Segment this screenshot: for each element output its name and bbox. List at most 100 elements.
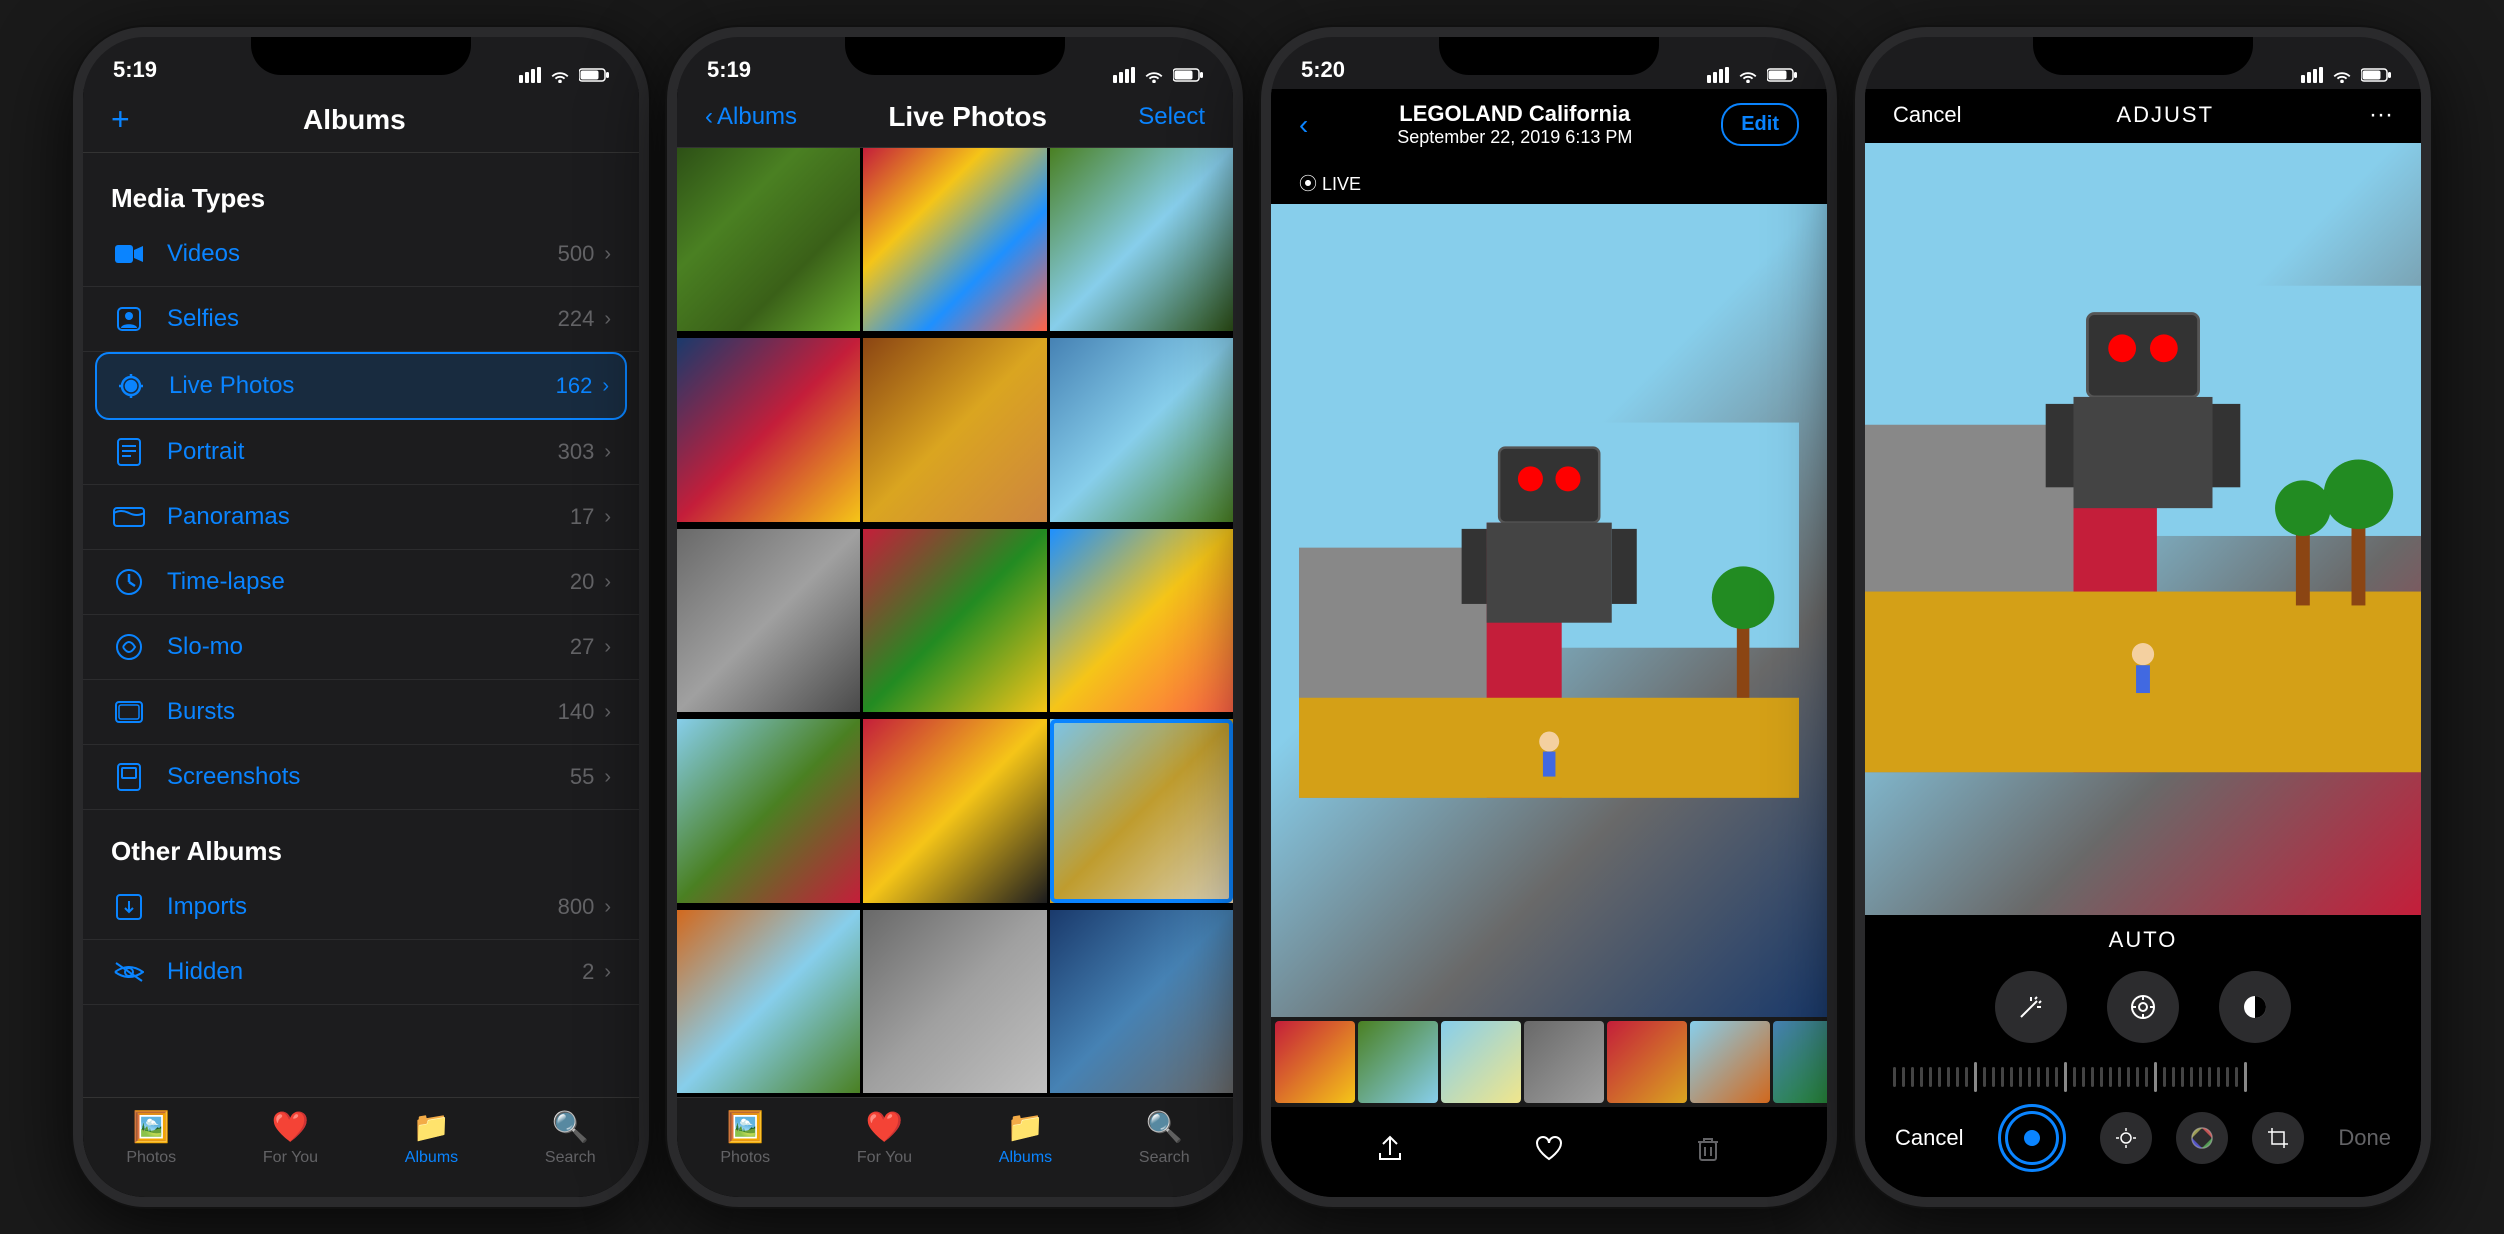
filmstrip-thumb-5[interactable]	[1607, 1021, 1687, 1103]
portrait-icon	[111, 434, 147, 470]
live-dot	[2024, 1130, 2040, 1146]
done-button[interactable]: Done	[2338, 1125, 2391, 1151]
live-photo-mode-button[interactable]	[1998, 1104, 2066, 1172]
albums-content: Media Types Videos 500 › Selfies 224 ›	[83, 153, 639, 1097]
tab-albums-1[interactable]: 📁 Albums	[405, 1110, 458, 1167]
album-row-panoramas[interactable]: Panoramas 17 ›	[83, 485, 639, 550]
back-to-albums[interactable]: ‹ Albums	[705, 103, 797, 131]
tab-albums-2[interactable]: 📁 Albums	[999, 1110, 1052, 1167]
status-icons-4	[2301, 67, 2391, 83]
live-inner-ring	[2005, 1111, 2059, 1165]
live-badge: ⦿ LIVE	[1271, 162, 1827, 204]
photo-cell-15[interactable]	[1050, 910, 1233, 1093]
photo-cell-8[interactable]	[863, 529, 1046, 712]
photo-cell-12[interactable]	[1050, 719, 1233, 902]
photo-cell-11[interactable]	[863, 719, 1046, 902]
slider-area[interactable]	[1865, 1057, 2421, 1097]
hidden-label: Hidden	[167, 958, 582, 986]
cancel-edit-button[interactable]: Cancel	[1895, 1125, 1963, 1151]
album-row-slomo[interactable]: Slo-mo 27 ›	[83, 615, 639, 680]
tick-8	[1956, 1067, 1959, 1087]
photo-cell-6[interactable]	[1050, 338, 1233, 521]
photo-cell-2[interactable]	[863, 148, 1046, 331]
slomo-label: Slo-mo	[167, 633, 570, 661]
photo-cell-4[interactable]	[677, 338, 860, 521]
dial-tool[interactable]	[2107, 971, 2179, 1043]
photo-cell-7[interactable]	[677, 529, 860, 712]
bursts-icon	[111, 694, 147, 730]
tick-36	[2208, 1067, 2211, 1087]
album-row-selfies[interactable]: Selfies 224 ›	[83, 287, 639, 352]
crop-icon[interactable]	[2252, 1112, 2304, 1164]
filmstrip-thumb-7[interactable]	[1773, 1021, 1827, 1103]
album-row-timelapse[interactable]: Time-lapse 20 ›	[83, 550, 639, 615]
battery-icon-2	[1173, 67, 1203, 83]
screenshots-count: 55	[570, 764, 594, 790]
album-row-portrait[interactable]: Portrait 303 ›	[83, 420, 639, 485]
photo-cell-1[interactable]	[677, 148, 860, 331]
back-label: Albums	[717, 103, 797, 131]
tick-16	[2028, 1067, 2031, 1087]
edit-bottom-toolbar: Cancel Done	[1865, 1097, 2421, 1197]
album-row-screenshots[interactable]: Screenshots 55 ›	[83, 745, 639, 810]
detail-screen: ‹ LEGOLAND California September 22, 2019…	[1271, 89, 1827, 1197]
tick-6	[1938, 1067, 1941, 1087]
tab-search-2[interactable]: 🔍 Search	[1139, 1110, 1190, 1167]
filmstrip-thumb-3[interactable]	[1441, 1021, 1521, 1103]
edit-photo	[1865, 143, 2421, 915]
filmstrip-thumb-4[interactable]	[1524, 1021, 1604, 1103]
videos-chevron: ›	[604, 243, 611, 266]
tab-foryou-2[interactable]: ❤️ For You	[857, 1110, 912, 1167]
tab-photos-2[interactable]: 🖼️ Photos	[720, 1110, 770, 1167]
album-row-imports[interactable]: Imports 800 ›	[83, 875, 639, 940]
photo-cell-5[interactable]	[863, 338, 1046, 521]
brightness-icon[interactable]	[2100, 1112, 2152, 1164]
delete-button[interactable]	[1694, 1135, 1722, 1170]
bw-tool[interactable]	[2219, 971, 2291, 1043]
tick-38	[2226, 1067, 2229, 1087]
album-row-hidden[interactable]: Hidden 2 ›	[83, 940, 639, 1005]
tick-18	[2046, 1067, 2049, 1087]
filmstrip	[1271, 1017, 1827, 1107]
album-row-live-photos[interactable]: Live Photos 162 ›	[95, 352, 627, 420]
portrait-count: 303	[558, 439, 595, 465]
tick-20	[2064, 1062, 2067, 1092]
share-button[interactable]	[1376, 1135, 1404, 1170]
signal-icon-4	[2301, 67, 2323, 83]
timelapse-label: Time-lapse	[167, 568, 570, 596]
live-badge-text: ⦿ LIVE	[1299, 170, 1361, 196]
magic-wand-tool[interactable]	[1995, 971, 2067, 1043]
photo-cell-14[interactable]	[863, 910, 1046, 1093]
more-button[interactable]: ···	[2369, 101, 2393, 129]
photo-cell-13[interactable]	[677, 910, 860, 1093]
wifi-icon-4	[2331, 67, 2353, 83]
live-photos-screen: ‹ Albums Live Photos Select	[677, 89, 1233, 1197]
filmstrip-thumb-2[interactable]	[1358, 1021, 1438, 1103]
filmstrip-thumb-1[interactable]	[1275, 1021, 1355, 1103]
tab-search-1[interactable]: 🔍 Search	[545, 1110, 596, 1167]
filmstrip-thumb-6[interactable]	[1690, 1021, 1770, 1103]
photo-cell-3[interactable]	[1050, 148, 1233, 331]
favorite-button[interactable]	[1535, 1135, 1563, 1170]
cancel-button[interactable]: Cancel	[1893, 102, 1961, 128]
album-row-videos[interactable]: Videos 500 ›	[83, 222, 639, 287]
add-button[interactable]: +	[111, 101, 130, 138]
album-row-bursts[interactable]: Bursts 140 ›	[83, 680, 639, 745]
tick-13	[2001, 1067, 2004, 1087]
detail-date: September 22, 2019 6:13 PM	[1308, 127, 1721, 148]
tab-photos-1[interactable]: 🖼️ Photos	[126, 1110, 176, 1167]
tick-14	[2010, 1067, 2013, 1087]
tab-foryou-1[interactable]: ❤️ For You	[263, 1110, 318, 1167]
edit-button[interactable]: Edit	[1721, 103, 1799, 146]
panoramas-label: Panoramas	[167, 503, 570, 531]
imports-label: Imports	[167, 893, 558, 921]
back-button-detail[interactable]: ‹	[1299, 109, 1308, 141]
select-button[interactable]: Select	[1138, 103, 1205, 131]
tick-35	[2199, 1067, 2202, 1087]
search-tab-label: Search	[545, 1149, 596, 1167]
time-3: 5:20	[1301, 57, 1345, 83]
color-icon[interactable]	[2176, 1112, 2228, 1164]
photo-cell-10[interactable]	[677, 719, 860, 902]
search-tab-icon-2: 🔍	[1146, 1110, 1183, 1145]
photo-cell-9[interactable]	[1050, 529, 1233, 712]
